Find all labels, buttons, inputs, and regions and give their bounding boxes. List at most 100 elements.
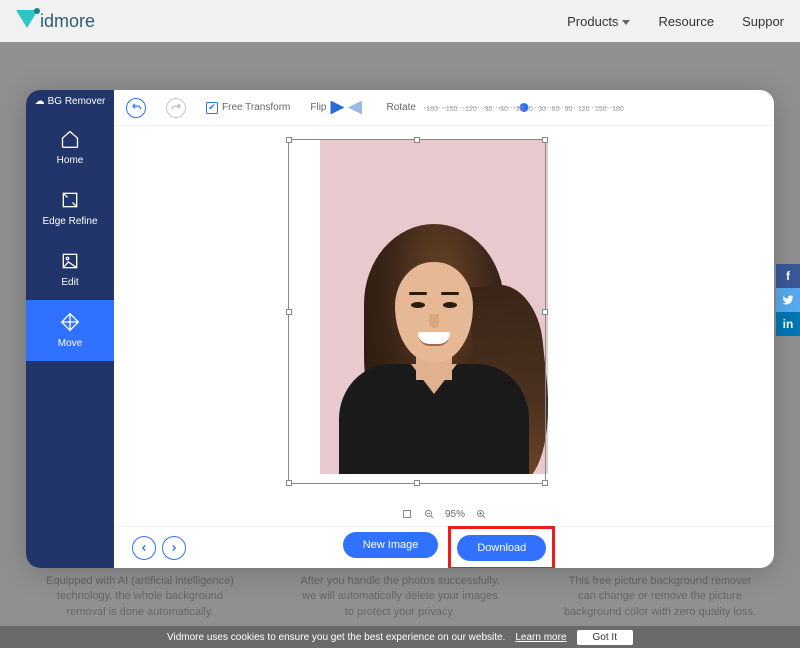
feat-1c: removal is done automatically. (23, 605, 257, 620)
feature-col-3: This free picture background remover can… (543, 574, 777, 620)
chevron-right-icon (169, 543, 179, 553)
bottom-bar: New Image Download (114, 526, 774, 568)
checkbox-icon: ✔ (206, 102, 218, 114)
tick: 60 (551, 106, 559, 113)
cloud-icon: ☁ (35, 96, 45, 107)
free-transform-label: Free Transform (222, 102, 290, 113)
share-twitter[interactable] (776, 288, 800, 312)
tick: 90 (565, 106, 573, 113)
rotate-group: Rotate -180 -150 -120 -90 -60 -30 0 30 6… (386, 99, 623, 117)
sidebar-item-edit[interactable]: Edit (26, 239, 114, 300)
tick: 180 (612, 106, 624, 113)
tick: -30 (513, 106, 523, 113)
nav-support[interactable]: Suppor (742, 14, 784, 29)
tick: 30 (538, 106, 546, 113)
logo-mark-icon (16, 10, 38, 32)
download-button[interactable]: Download (457, 535, 546, 561)
new-image-label: New Image (363, 539, 419, 551)
zoom-in-icon[interactable] (475, 508, 487, 520)
editor-sidebar: ☁ BG Remover Home Edge Refine Edit Move (26, 90, 114, 568)
cookie-bar: Vidmore uses cookies to ensure you get t… (0, 626, 800, 648)
flip-horizontal-icon[interactable] (330, 101, 344, 115)
tick: -90 (482, 106, 492, 113)
sidebar-item-edge-refine[interactable]: Edge Refine (26, 178, 114, 239)
rotate-slider[interactable]: -180 -150 -120 -90 -60 -30 0 30 60 90 12… (424, 99, 624, 117)
free-transform-toggle[interactable]: ✔ Free Transform (206, 102, 290, 114)
selection-box[interactable] (288, 139, 546, 484)
flip-label: Flip (310, 102, 326, 113)
share-linkedin[interactable]: in (776, 312, 800, 336)
fit-screen-icon[interactable] (401, 508, 413, 520)
handle-bottom-right[interactable] (542, 480, 548, 486)
site-header: idmore Products Resource Suppor (0, 0, 800, 42)
app-title-label: BG Remover (48, 96, 106, 107)
brand-name: idmore (40, 11, 95, 32)
editor-modal: ☁ BG Remover Home Edge Refine Edit Move (26, 90, 774, 568)
canvas-area[interactable] (114, 126, 774, 502)
undo-icon (131, 102, 142, 113)
sidebar-item-home[interactable]: Home (26, 117, 114, 178)
sidebar-edit-label: Edit (61, 277, 78, 288)
feature-col-2: After you handle the photos successfully… (283, 574, 517, 620)
canvas-frame[interactable] (304, 139, 584, 489)
feat-2c: to protect your privacy. (283, 605, 517, 620)
sidebar-item-move[interactable]: Move (26, 300, 114, 361)
cookie-text: Vidmore uses cookies to ensure you get t… (167, 632, 505, 643)
handle-right[interactable] (542, 309, 548, 315)
feat-2a: After you handle the photos successfully… (283, 574, 517, 589)
tick: 120 (578, 106, 590, 113)
rotate-ticks: -180 -150 -120 -90 -60 -30 0 30 60 90 12… (424, 106, 624, 113)
feat-3a: This free picture background remover (543, 574, 777, 589)
next-image-button[interactable] (162, 536, 186, 560)
home-icon (60, 129, 80, 149)
nav-products-label: Products (567, 14, 618, 29)
linkedin-icon: in (783, 317, 794, 331)
twitter-icon (782, 294, 794, 306)
redo-button[interactable] (166, 98, 186, 118)
sidebar-home-label: Home (57, 155, 84, 166)
handle-top-left[interactable] (286, 137, 292, 143)
handle-top[interactable] (414, 137, 420, 143)
social-share: f in (776, 264, 800, 336)
zoom-bar: 95% (114, 502, 774, 526)
editor-main: ✔ Free Transform Flip Rotate -180 -150 (114, 90, 774, 568)
chevron-left-icon (139, 543, 149, 553)
tick: -180 (424, 106, 438, 113)
edge-refine-icon (60, 190, 80, 210)
feat-1a: Equipped with AI (artificial intelligenc… (23, 574, 257, 589)
flip-group: Flip (310, 101, 362, 115)
feature-columns: Equipped with AI (artificial intelligenc… (0, 574, 800, 620)
flip-vertical-icon[interactable] (348, 101, 362, 115)
feat-2b: we will automatically delete your images (283, 589, 517, 604)
prev-image-button[interactable] (132, 536, 156, 560)
tick: 150 (595, 106, 607, 113)
cookie-accept-button[interactable]: Got It (577, 630, 633, 645)
nav-support-label: Suppor (742, 14, 784, 29)
share-facebook[interactable]: f (776, 264, 800, 288)
logo[interactable]: idmore (16, 10, 95, 32)
new-image-button[interactable]: New Image (343, 532, 439, 558)
handle-bottom-left[interactable] (286, 480, 292, 486)
feat-1b: technology, the whole background (23, 589, 257, 604)
feat-3b: can change or remove the picture (543, 589, 777, 604)
nav-products[interactable]: Products (567, 14, 630, 29)
tick: 0 (529, 106, 533, 113)
handle-left[interactable] (286, 309, 292, 315)
cookie-learn-more[interactable]: Learn more (515, 632, 566, 643)
feature-col-1: Equipped with AI (artificial intelligenc… (23, 574, 257, 620)
zoom-out-icon[interactable] (423, 508, 435, 520)
nav-resource[interactable]: Resource (658, 14, 714, 29)
tick: -60 (498, 106, 508, 113)
highlight-download: Download (448, 526, 555, 569)
chevron-down-icon (622, 20, 630, 25)
facebook-icon: f (786, 269, 790, 283)
handle-bottom[interactable] (414, 480, 420, 486)
tick: -150 (443, 106, 457, 113)
undo-button[interactable] (126, 98, 146, 118)
editor-toolbar: ✔ Free Transform Flip Rotate -180 -150 (114, 90, 774, 126)
site-nav: Products Resource Suppor (567, 14, 784, 29)
app-title: ☁ BG Remover (35, 96, 106, 107)
handle-top-right[interactable] (542, 137, 548, 143)
move-icon (60, 312, 80, 332)
edit-icon (60, 251, 80, 271)
